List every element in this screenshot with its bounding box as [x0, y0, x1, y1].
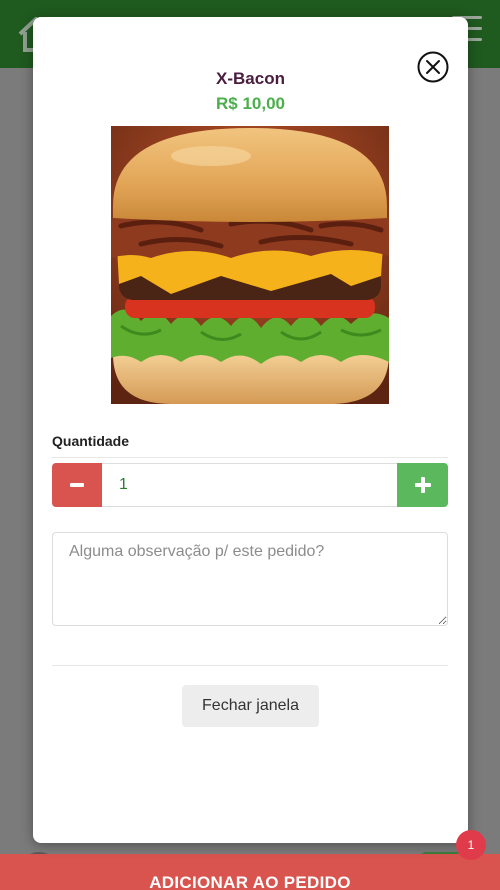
quantity-divider: [52, 457, 448, 458]
product-modal: X-Bacon R$ 10,00 Quantidade 1 Alguma obs…: [33, 17, 468, 843]
close-window-button[interactable]: Fechar janela: [182, 685, 319, 727]
increase-quantity-button[interactable]: [397, 463, 448, 507]
quantity-input[interactable]: [102, 463, 397, 507]
product-image: [111, 126, 389, 404]
add-to-order-button[interactable]: ADICIONAR AO PEDIDO: [0, 854, 500, 890]
footer-divider: [52, 665, 448, 666]
cart-count-badge: 1: [456, 830, 486, 860]
quantity-stepper: [52, 463, 448, 507]
product-price: R$ 10,00: [216, 94, 285, 113]
quantity-label: Quantidade: [52, 433, 130, 449]
product-name: X-Bacon: [216, 69, 285, 88]
minus-icon: [70, 483, 84, 487]
close-icon[interactable]: [417, 51, 449, 83]
order-notes-field[interactable]: [52, 532, 448, 626]
decrease-quantity-button[interactable]: [52, 463, 102, 507]
